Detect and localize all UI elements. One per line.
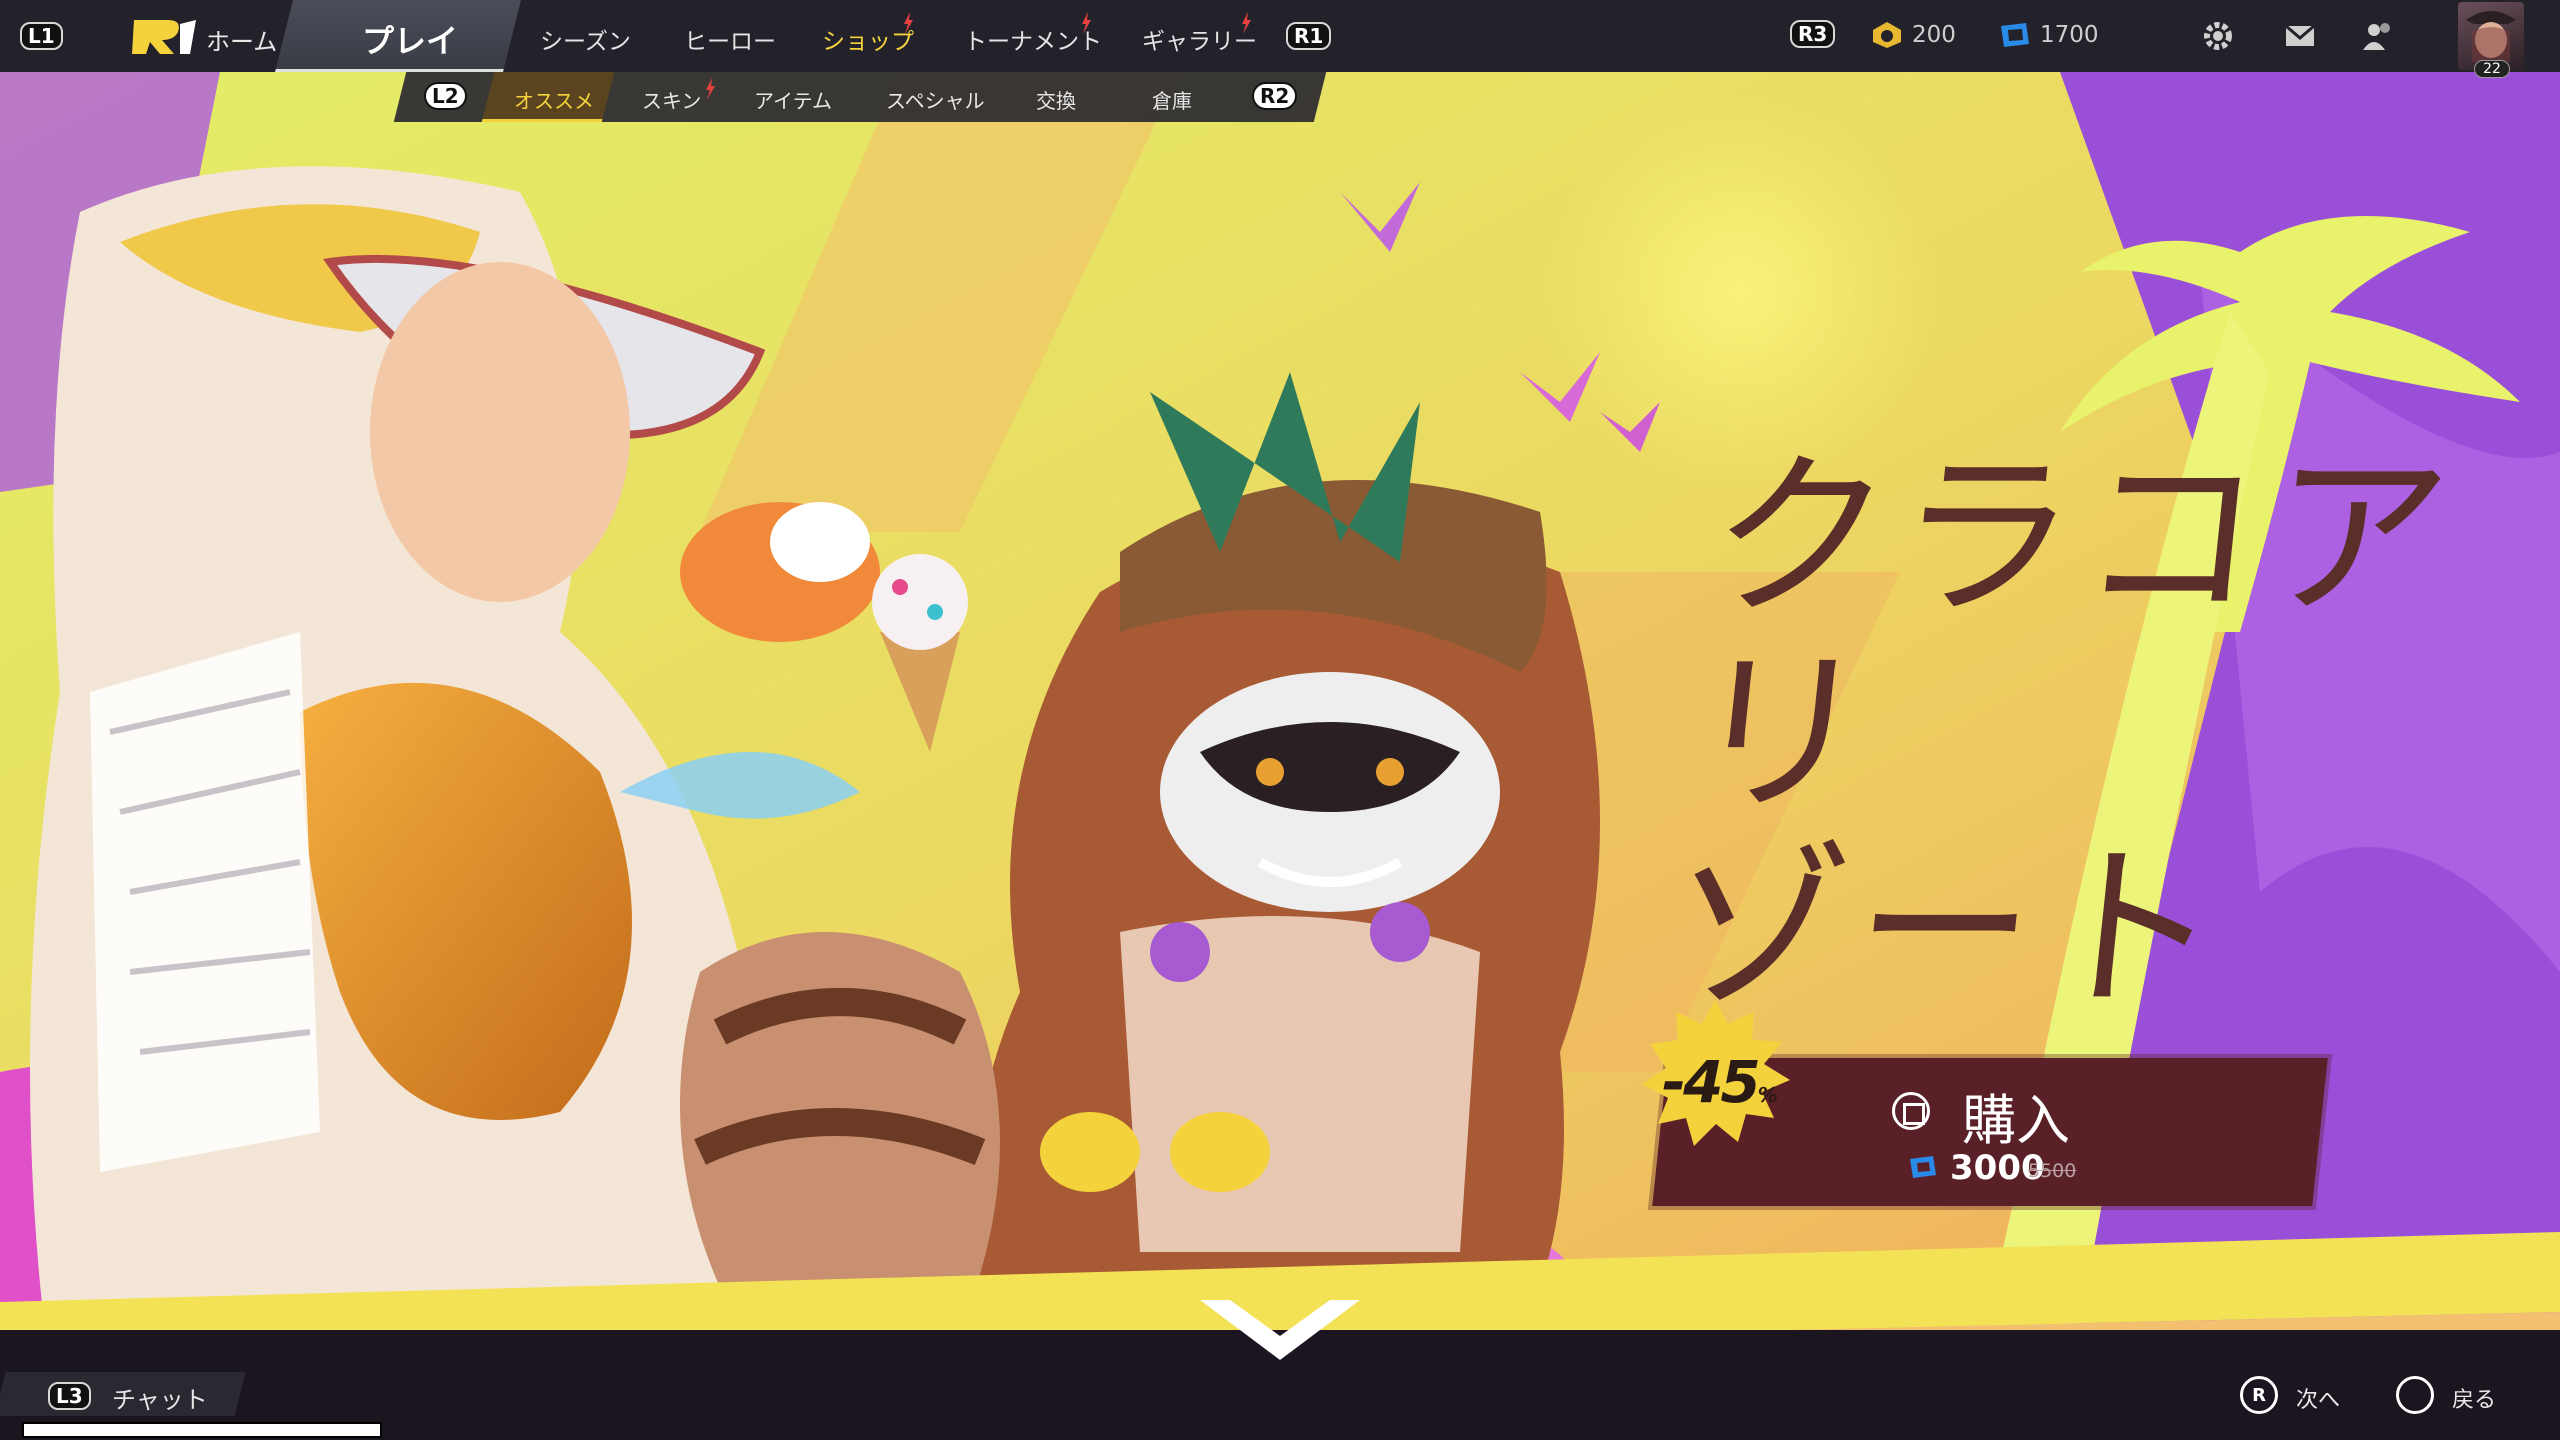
- nav-heroes[interactable]: ヒーロー: [684, 22, 776, 56]
- player-level-badge: 22: [2474, 60, 2510, 78]
- r3-button-hint: R3: [1790, 20, 1836, 48]
- new-flash-icon: [1242, 12, 1251, 34]
- bundle-title: クラコアリ ゾート: [1658, 434, 2560, 1033]
- r1-bumper-hint: R1: [1286, 22, 1332, 50]
- back-hint[interactable]: 戻る: [2452, 1382, 2496, 1414]
- l1-bumper-hint: L1: [20, 22, 63, 50]
- subnav-special[interactable]: スペシャル: [886, 85, 985, 114]
- square-button-icon: [1892, 1092, 1930, 1130]
- lattice-currency-icon: [2001, 23, 2029, 47]
- gold-amount: 200: [1912, 22, 1956, 48]
- lattice-amount: 1700: [2040, 22, 2099, 48]
- friends-icon[interactable]: [2360, 18, 2396, 54]
- rivals-logo-icon[interactable]: [128, 14, 202, 58]
- bundle-title-line1: クラコアリ: [1679, 434, 2466, 837]
- subnav-exchange[interactable]: 交換: [1036, 85, 1076, 114]
- lattice-currency-icon: [1910, 1156, 1936, 1178]
- discount-number: -45: [1662, 1048, 1761, 1116]
- r2-trigger-hint: R2: [1252, 82, 1298, 110]
- bundle-title-line2: ゾート: [1658, 826, 2239, 1033]
- subnav-featured[interactable]: オススメ: [514, 85, 594, 114]
- chat-button[interactable]: チャット: [112, 1380, 208, 1415]
- nav-shop[interactable]: ショップ: [822, 22, 914, 56]
- mail-icon[interactable]: [2282, 18, 2318, 54]
- gold-currency-icon: [1873, 22, 1901, 48]
- discount-unit: %: [1757, 1083, 1778, 1107]
- scroll-down-chevron-icon[interactable]: [1190, 1290, 1370, 1370]
- shop-subnav: L2 オススメ スキン アイテム スペシャル 交換 倉庫 R2: [393, 72, 1327, 122]
- discount-value: -45%: [1662, 1048, 1778, 1116]
- l3-button-hint: L3: [48, 1382, 91, 1410]
- circle-button-icon: [2396, 1376, 2434, 1414]
- nav-home[interactable]: ホーム: [206, 22, 277, 57]
- subnav-items[interactable]: アイテム: [754, 85, 832, 114]
- nav-season[interactable]: シーズン: [540, 22, 631, 56]
- l2-trigger-hint: L2: [424, 82, 467, 110]
- subnav-storage[interactable]: 倉庫: [1152, 85, 1192, 114]
- subnav-skins[interactable]: スキン: [642, 85, 701, 114]
- new-flash-icon: [904, 12, 913, 34]
- chat-input[interactable]: [22, 1422, 382, 1438]
- new-flash-icon: [1082, 12, 1091, 34]
- new-flash-icon: [706, 78, 715, 100]
- purchase-label: 購入: [1962, 1089, 2070, 1152]
- nav-play[interactable]: プレイ: [362, 16, 458, 62]
- next-hint[interactable]: 次へ: [2296, 1382, 2340, 1414]
- right-stick-icon: R: [2240, 1376, 2278, 1414]
- original-price: 5500: [2028, 1160, 2077, 1182]
- settings-gear-icon[interactable]: [2200, 18, 2236, 54]
